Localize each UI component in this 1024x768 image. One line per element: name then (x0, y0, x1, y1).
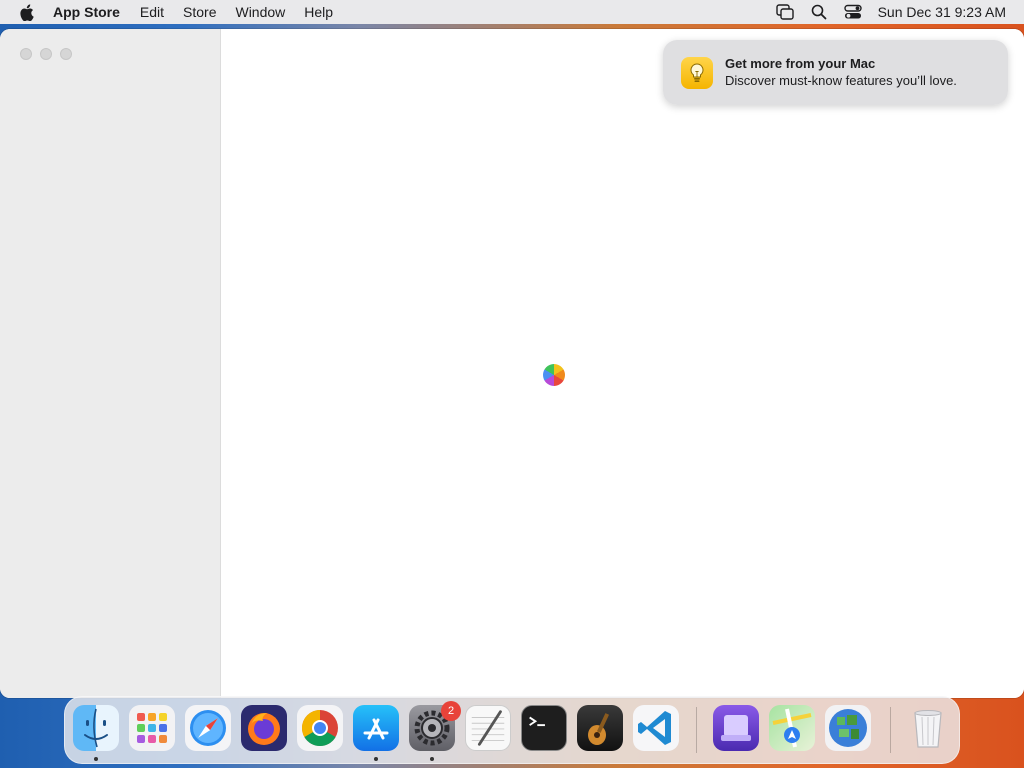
app-store-running-indicator (374, 757, 378, 761)
notification-title: Get more from your Mac (725, 56, 876, 71)
vscode-icon[interactable] (633, 705, 679, 751)
window-controls (20, 48, 80, 60)
zoom-window-button[interactable] (60, 48, 72, 60)
menu-bar: App Store Edit Store Window Help Sun Dec… (0, 0, 1024, 24)
menu-help[interactable]: Help (304, 4, 333, 20)
firefox-icon[interactable] (241, 705, 287, 751)
close-window-button[interactable] (20, 48, 32, 60)
system-settings-running-indicator (430, 757, 434, 761)
safari-icon[interactable] (185, 705, 231, 751)
menu-store[interactable]: Store (183, 4, 216, 20)
chrome-icon[interactable] (297, 705, 343, 751)
textedit-icon[interactable] (465, 705, 511, 751)
maps-icon[interactable] (769, 705, 815, 751)
menu-edit[interactable]: Edit (140, 4, 164, 20)
control-center-icon[interactable] (843, 3, 862, 21)
spotlight-search-icon[interactable] (810, 3, 828, 21)
lightbulb-icon (681, 57, 713, 89)
dock: 2 (64, 696, 960, 764)
minecraft-icon[interactable] (825, 705, 871, 751)
finder-running-indicator (94, 757, 98, 761)
system-settings-icon[interactable]: 2 (409, 701, 461, 751)
finder-icon[interactable] (73, 705, 119, 751)
main-content (221, 29, 1024, 698)
app-store-window (0, 29, 1024, 698)
minimize-window-button[interactable] (40, 48, 52, 60)
menu-window[interactable]: Window (235, 4, 285, 20)
menu-clock[interactable]: Sun Dec 31 9:23 AM (878, 4, 1006, 20)
apple-menu-icon[interactable] (19, 3, 35, 21)
notification-body: Discover must-know features you’ll love. (725, 73, 957, 88)
app-store-icon[interactable] (353, 705, 399, 751)
sidebar (0, 29, 221, 698)
garageband-icon[interactable] (577, 705, 623, 751)
dock-separator (696, 707, 697, 753)
dock-separator (890, 707, 891, 753)
notification-banner[interactable]: Get more from your Mac Discover must-kno… (663, 40, 1008, 105)
loading-spinner-icon (543, 364, 565, 386)
launchpad-icon[interactable] (129, 705, 175, 751)
terminal-icon[interactable] (521, 705, 567, 751)
menu-app-name[interactable]: App Store (53, 4, 120, 20)
simulator-icon[interactable] (713, 705, 759, 751)
notification-badge: 2 (441, 701, 461, 721)
screen-mirroring-icon[interactable] (775, 3, 794, 21)
trash-icon[interactable] (905, 705, 951, 751)
